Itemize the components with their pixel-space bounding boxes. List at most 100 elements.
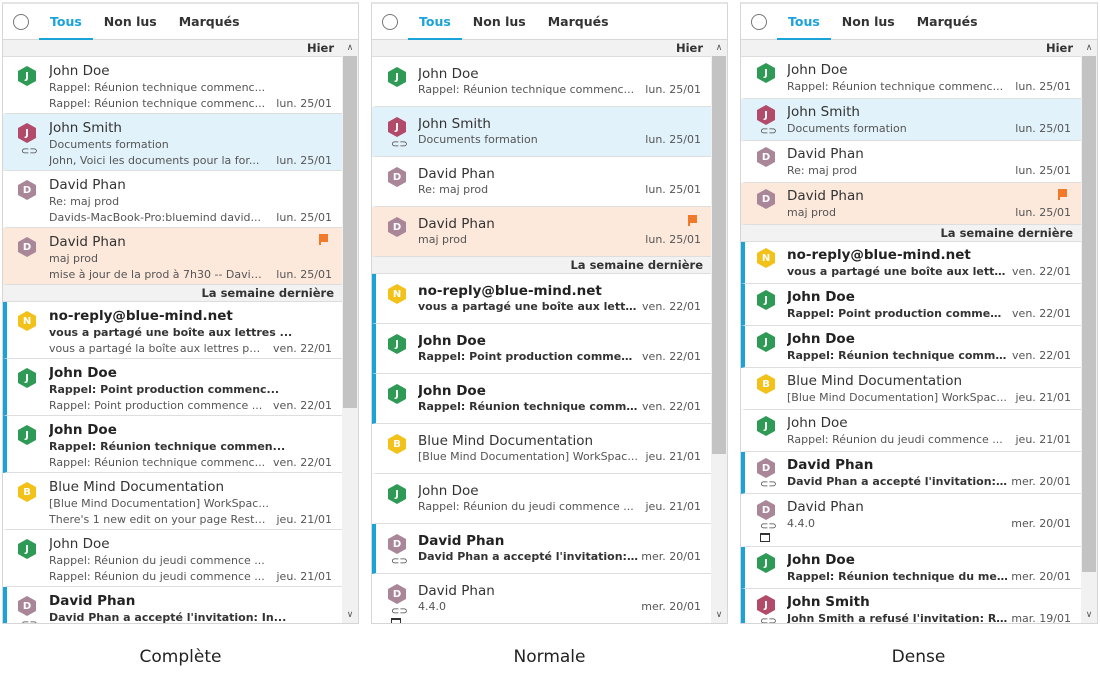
group-header-yesterday: Hier <box>741 40 1081 57</box>
tab-flagged[interactable]: Marqués <box>537 4 620 40</box>
sender-name: no-reply@blue-mind.net <box>787 247 971 263</box>
message-item[interactable]: D David Phan maj prod mise à jour de la … <box>3 228 342 285</box>
tab-all[interactable]: Tous <box>777 4 831 40</box>
message-item[interactable]: J ⊂⊃ John Smith Documents formation lun.… <box>741 99 1081 141</box>
message-date: mer. 20/01 <box>1011 570 1071 583</box>
message-subject: [Blue Mind Documentation] WorkSpac... <box>49 497 269 510</box>
tab-flagged[interactable]: Marqués <box>168 4 251 40</box>
scrollbar[interactable]: ∧ ∨ <box>711 40 727 623</box>
filter-tabs: Tous Non lus Marqués <box>3 4 358 40</box>
message-item[interactable]: D David Phan Re: maj prod lun. 25/01 <box>372 157 711 207</box>
message-date: ven. 22/01 <box>273 399 332 412</box>
chevron-up-icon[interactable]: ∧ <box>342 40 358 56</box>
calendar-icon <box>760 533 770 542</box>
message-item[interactable]: D ⊂⊃ David Phan David Phan a accepté l'i… <box>741 452 1081 494</box>
paperclip-icon: ⊂⊃ <box>760 616 777 624</box>
message-item[interactable]: J John Doe Rappel: Réunion technique com… <box>741 57 1081 99</box>
message-item[interactable]: J John Doe Rappel: Point production comm… <box>741 284 1081 326</box>
message-item[interactable]: J ⊂⊃ John Smith John Smith a refusé l'in… <box>741 589 1081 623</box>
message-item[interactable]: N no-reply@blue-mind.net vous a partagé … <box>3 302 342 359</box>
message-item[interactable]: N no-reply@blue-mind.net vous a partagé … <box>372 274 711 324</box>
tab-unread[interactable]: Non lus <box>93 4 168 40</box>
message-list-dense: Tous Non lus Marqués Hier J John Doe Rap… <box>740 2 1098 624</box>
avatar: D <box>388 217 406 237</box>
sender-name: no-reply@blue-mind.net <box>418 283 602 299</box>
scrollbar[interactable]: ∧ ∨ <box>1081 40 1097 623</box>
message-item[interactable]: J ⊂⊃ John Smith Documents formation lun.… <box>372 107 711 157</box>
message-item[interactable]: J John Doe Rappel: Réunion technique com… <box>372 374 711 424</box>
sender-name: David Phan <box>49 177 126 193</box>
flag-icon[interactable] <box>1058 189 1067 200</box>
avatar: D <box>757 500 775 520</box>
message-date: lun. 25/01 <box>276 268 332 281</box>
chevron-down-icon[interactable]: ∨ <box>1081 607 1097 623</box>
select-all-checkbox[interactable] <box>382 14 398 30</box>
message-item[interactable]: J John Doe Rappel: Réunion technique com… <box>372 57 711 107</box>
message-subject: 4.4.0 <box>418 600 446 613</box>
message-item[interactable]: D ⊂⊃ David Phan David Phan a accepté l'i… <box>3 587 342 623</box>
message-item[interactable]: J John Doe Rappel: Réunion du jeudi comm… <box>741 410 1081 452</box>
chevron-up-icon[interactable]: ∧ <box>1081 40 1097 56</box>
avatar: N <box>388 284 406 304</box>
select-all-checkbox[interactable] <box>13 14 29 30</box>
flag-icon[interactable] <box>319 234 328 245</box>
avatar: J <box>18 368 36 388</box>
avatar: J <box>757 553 775 573</box>
message-item[interactable]: D ⊂⊃ David Phan 4.4.0 mer. 20/01 <box>372 574 711 623</box>
message-item[interactable]: B Blue Mind Documentation [Blue Mind Doc… <box>741 368 1081 410</box>
message-date: lun. 25/01 <box>645 83 701 96</box>
tab-flagged[interactable]: Marqués <box>906 4 989 40</box>
message-date: ven. 22/01 <box>1012 265 1071 278</box>
message-item[interactable]: J ⊂⊃ John Smith Documents formation John… <box>3 114 342 171</box>
message-preview: There's 1 new edit on your page Restau..… <box>49 513 266 526</box>
paperclip-icon: ⊂⊃ <box>391 139 408 150</box>
message-date: jeu. 21/01 <box>1015 391 1072 404</box>
avatar: J <box>757 63 775 83</box>
scrollbar-thumb[interactable] <box>1082 56 1096 572</box>
message-item[interactable]: J John Doe Rappel: Réunion du jeudi comm… <box>3 530 342 587</box>
scrollbar-thumb[interactable] <box>712 56 726 454</box>
message-subject: Rappel: Réunion technique commenc... <box>787 80 1004 93</box>
chevron-down-icon[interactable]: ∨ <box>711 607 727 623</box>
message-item[interactable]: B Blue Mind Documentation [Blue Mind Doc… <box>3 473 342 530</box>
tab-unread[interactable]: Non lus <box>462 4 537 40</box>
chevron-up-icon[interactable]: ∧ <box>711 40 727 56</box>
message-subject: Rappel: Réunion technique commen... <box>787 349 1009 362</box>
scrollbar-thumb[interactable] <box>343 56 357 408</box>
tab-all[interactable]: Tous <box>408 4 462 40</box>
avatar: D <box>388 584 406 604</box>
message-item[interactable]: J John Doe Rappel: Réunion technique du … <box>741 547 1081 589</box>
message-item[interactable]: D ⊂⊃ David Phan David Phan a accepté l'i… <box>372 524 711 574</box>
message-preview: Rappel: Réunion du jeudi commence ... <box>49 570 265 583</box>
message-item[interactable]: B Blue Mind Documentation [Blue Mind Doc… <box>372 424 711 474</box>
message-item[interactable]: D ⊂⊃ David Phan 4.4.0 mer. 20/01 <box>741 494 1081 547</box>
avatar: D <box>18 180 36 200</box>
message-item[interactable]: J John Doe Rappel: Réunion technique com… <box>3 416 342 473</box>
message-item[interactable]: N no-reply@blue-mind.net vous a partagé … <box>741 242 1081 284</box>
tab-unread[interactable]: Non lus <box>831 4 906 40</box>
message-item[interactable]: J John Doe Rappel: Point production comm… <box>372 324 711 374</box>
sender-name: John Doe <box>418 333 486 349</box>
message-date: lun. 25/01 <box>276 154 332 167</box>
message-item[interactable]: D David Phan Re: maj prod lun. 25/01 <box>741 141 1081 183</box>
message-subject: David Phan a accepté l'invitation: In... <box>418 550 639 563</box>
message-item[interactable]: J John Doe Rappel: Réunion technique com… <box>3 57 342 114</box>
avatar: J <box>388 384 406 404</box>
message-item[interactable]: J John Doe Rappel: Réunion technique com… <box>741 326 1081 368</box>
message-item[interactable]: D David Phan maj prod lun. 25/01 <box>741 183 1081 225</box>
group-header-lastweek: La semaine dernière <box>741 225 1081 242</box>
select-all-checkbox[interactable] <box>751 14 767 30</box>
flag-icon[interactable] <box>688 215 697 226</box>
message-item[interactable]: J John Doe Rappel: Réunion du jeudi comm… <box>372 474 711 524</box>
message-item[interactable]: D David Phan maj prod lun. 25/01 <box>372 207 711 257</box>
message-item[interactable]: J John Doe Rappel: Point production comm… <box>3 359 342 416</box>
tab-all[interactable]: Tous <box>39 4 93 40</box>
chevron-down-icon[interactable]: ∨ <box>342 607 358 623</box>
scrollbar[interactable]: ∧ ∨ <box>342 40 358 623</box>
sender-name: David Phan <box>787 146 864 162</box>
message-item[interactable]: D David Phan Re: maj prod Davids-MacBook… <box>3 171 342 228</box>
avatar: D <box>757 458 775 478</box>
sender-name: David Phan <box>787 499 864 515</box>
message-date: lun. 25/01 <box>276 211 332 224</box>
message-date: lun. 25/01 <box>1015 80 1071 93</box>
